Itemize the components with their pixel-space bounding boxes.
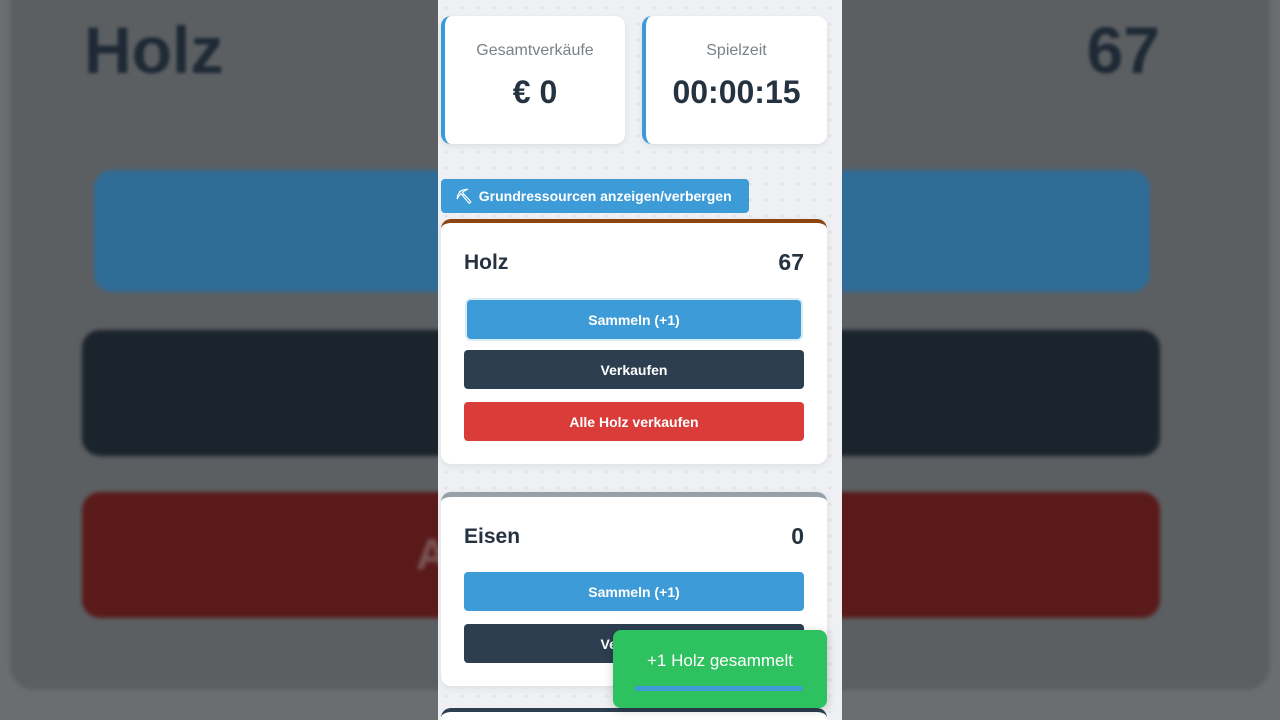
total-sales-card: Gesamtverkäufe € 0 <box>441 16 625 144</box>
toggle-label: Grundressourcen anzeigen/verbergen <box>478 188 732 204</box>
playtime-card: Spielzeit 00:00:15 <box>642 16 827 144</box>
pickaxe-icon: ⛏ <box>455 187 473 204</box>
resource-name: Holz <box>464 251 509 274</box>
playtime-label: Spielzeit <box>706 42 767 59</box>
resource-name: Eisen <box>464 525 521 548</box>
next-resource-card <box>441 708 827 720</box>
total-sales-label: Gesamtverkäufe <box>476 42 594 59</box>
backdrop-title: Holz <box>84 13 224 87</box>
sell-holz-button[interactable]: Verkaufen <box>464 350 804 389</box>
backdrop-count: 67 <box>1086 13 1160 87</box>
resource-count: 67 <box>778 249 804 275</box>
collect-holz-button[interactable]: Sammeln (+1) <box>467 300 801 339</box>
sell-all-holz-button[interactable]: Alle Holz verkaufen <box>464 402 804 441</box>
toast-notification: +1 Holz gesammelt <box>613 630 827 708</box>
collect-eisen-button[interactable]: Sammeln (+1) <box>464 572 804 611</box>
toggle-basic-resources-button[interactable]: ⛏ Grundressourcen anzeigen/verbergen <box>441 179 749 213</box>
toast-message: +1 Holz gesammelt <box>647 651 793 670</box>
phone-screen: Gesamtverkäufe € 0 Spielzeit 00:00:15 ⛏ … <box>438 0 842 720</box>
toast-progress-bar <box>635 686 803 691</box>
playtime-value: 00:00:15 <box>672 74 801 110</box>
resource-card-holz: Holz 67 Sammeln (+1) Verkaufen Alle Holz… <box>441 219 827 464</box>
resource-count: 0 <box>791 523 804 549</box>
total-sales-value: € 0 <box>512 74 558 110</box>
